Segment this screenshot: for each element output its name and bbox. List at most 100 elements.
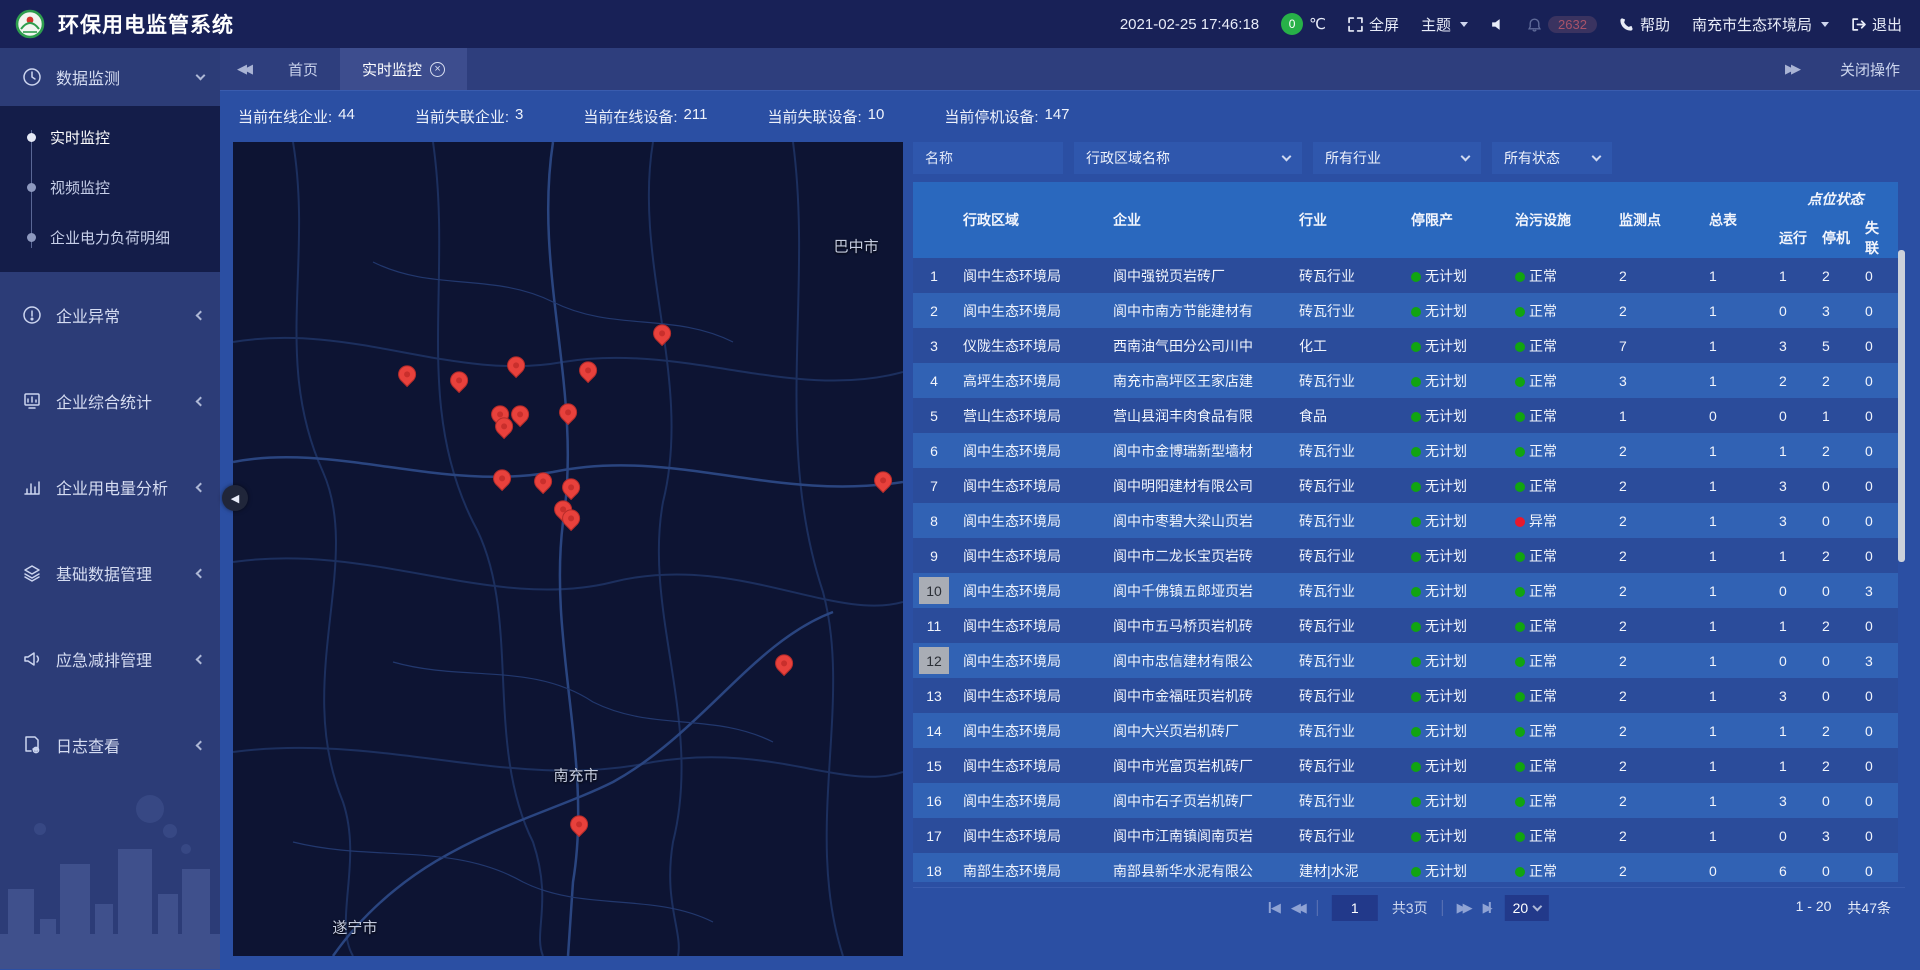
city-label: 遂宁市 [332,916,377,937]
table-row[interactable]: 4 高坪生态环境局 南充市高坪区王家店建 砖瓦行业 无计划 正常 3 1 2 2… [913,363,1898,398]
table-row[interactable]: 2 阆中生态环境局 阆中市南方节能建材有 砖瓦行业 无计划 正常 2 1 0 3… [913,293,1898,328]
tab-realtime-monitor[interactable]: 实时监控 × [340,48,467,90]
last-page-button[interactable]: ▶ [1483,900,1491,916]
sidebar-group-enterprise-stats[interactable]: 企业综合统计 [0,372,220,430]
sidebar-group-enterprise-abnormal[interactable]: 企业异常 [0,286,220,344]
chevron-left-icon [196,568,206,578]
table-scrollbar[interactable] [1898,182,1905,882]
region-filter-select[interactable]: 行政区域名称 [1074,142,1302,174]
row-index: 12 [919,647,949,674]
col-stop: 停机 [1816,218,1859,258]
cell-monitor-count: 2 [1613,468,1703,503]
name-filter-input[interactable] [913,142,1063,174]
table-row[interactable]: 1 阆中生态环境局 阆中强锐页岩砖厂 砖瓦行业 无计划 正常 2 1 1 2 0 [913,258,1898,293]
enterprise-table: 行政区域 企业 行业 停限产 治污设施 监测点 总表 点位状态 运行 停机 失联 [913,182,1898,882]
logout-button[interactable]: 退出 [1851,14,1902,35]
facility-value: 正常 [1529,618,1557,634]
cell-stop-plan: 无计划 [1405,748,1509,783]
cell-stop-plan: 无计划 [1405,853,1509,882]
help-button[interactable]: 帮助 [1619,14,1670,35]
cell-company: 阆中市石子页岩机砖厂 [1107,783,1293,818]
mute-button[interactable] [1490,17,1505,32]
status-dot-green [1411,622,1421,632]
sidebar-group-label: 应急减排管理 [56,647,152,671]
temperature-badge: 0 [1281,13,1303,35]
cell-stop-count: 3 [1816,293,1859,328]
industry-filter-select[interactable]: 所有行业 [1313,142,1481,174]
cell-lost-count: 0 [1859,748,1898,783]
table-row[interactable]: 11 阆中生态环境局 阆中市五马桥页岩机砖 砖瓦行业 无计划 正常 2 1 1 … [913,608,1898,643]
cell-stop-count: 2 [1816,538,1859,573]
caret-down-icon [1821,22,1829,27]
table-row[interactable]: 12 阆中生态环境局 阆中市忠信建材有限公 砖瓦行业 无计划 正常 2 1 0 … [913,643,1898,678]
fullscreen-button[interactable]: 全屏 [1348,14,1399,35]
prev-page-button[interactable]: ◀◀ [1291,900,1303,916]
cell-company: 阆中市忠信建材有限公 [1107,643,1293,678]
sidebar-group-data-monitor[interactable]: 数据监测 [0,48,220,106]
cell-run-count: 3 [1773,503,1816,538]
table-row[interactable]: 16 阆中生态环境局 阆中市石子页岩机砖厂 砖瓦行业 无计划 正常 2 1 3 … [913,783,1898,818]
status-dot-green [1411,657,1421,667]
table-row[interactable]: 10 阆中生态环境局 阆中千佛镇五郎垭页岩 砖瓦行业 无计划 正常 2 1 0 … [913,573,1898,608]
status-dot [1515,622,1525,632]
current-page-input[interactable]: 1 [1332,895,1378,921]
tab-home[interactable]: 首页 [266,48,340,90]
sidebar-item-video-monitor[interactable]: 视频监控 [0,162,220,212]
first-page-button[interactable]: ◀ [1269,900,1277,916]
cell-company: 南部县新华水泥有限公 [1107,853,1293,882]
table-row[interactable]: 18 南部生态环境局 南部县新华水泥有限公 建材|水泥 无计划 正常 2 0 6… [913,853,1898,882]
table-row[interactable]: 13 阆中生态环境局 阆中市金福旺页岩机砖 砖瓦行业 无计划 正常 2 1 3 … [913,678,1898,713]
cell-stop-plan: 无计划 [1405,573,1509,608]
table-row[interactable]: 17 阆中生态环境局 阆中市江南镇阆南页岩 砖瓦行业 无计划 正常 2 1 0 … [913,818,1898,853]
cell-region: 阆中生态环境局 [957,783,1107,818]
map-panel[interactable]: 巴中市 南充市 遂宁市 [233,142,903,956]
cell-industry: 砖瓦行业 [1293,783,1405,818]
table-row[interactable]: 3 仪陇生态环境局 西南油气田分公司川中 化工 无计划 正常 7 1 3 5 0 [913,328,1898,363]
cell-total-meter: 1 [1703,433,1773,468]
table-row[interactable]: 14 阆中生态环境局 阆中大兴页岩机砖厂 砖瓦行业 无计划 正常 2 1 1 2… [913,713,1898,748]
cell-industry: 食品 [1293,398,1405,433]
chevron-down-icon [1533,901,1543,911]
cell-total-meter: 1 [1703,258,1773,293]
sidebar-group-power-analysis[interactable]: 企业用电量分析 [0,458,220,516]
bar-chart-icon [22,477,42,497]
chevron-left-icon [196,396,206,406]
cell-lost-count: 3 [1859,573,1898,608]
user-org-menu[interactable]: 南充市生态环境局 [1692,14,1829,35]
table-row[interactable]: 7 阆中生态环境局 阆中明阳建材有限公司 砖瓦行业 无计划 正常 2 1 3 0… [913,468,1898,503]
table-row[interactable]: 8 阆中生态环境局 阆中市枣碧大梁山页岩 砖瓦行业 无计划 异常 2 1 3 0… [913,503,1898,538]
theme-button[interactable]: 主题 [1421,14,1468,35]
facility-value: 正常 [1529,478,1557,494]
stop-plan-value: 无计划 [1425,793,1467,809]
table-row[interactable]: 6 阆中生态环境局 阆中市金博瑞新型墙材 砖瓦行业 无计划 正常 2 1 1 2… [913,433,1898,468]
tab-bar: ◀◀ 首页 实时监控 × ▶▶ 关闭操作 [220,48,1920,90]
tabs-scroll-left-button[interactable]: ◀◀ [220,48,266,90]
close-operations-button[interactable]: 关闭操作 [1840,59,1900,80]
table-row[interactable]: 9 阆中生态环境局 阆中市二龙长宝页岩砖 砖瓦行业 无计划 正常 2 1 1 2… [913,538,1898,573]
row-index: 3 [919,332,949,359]
notifications-button[interactable]: 2632 [1527,16,1597,33]
facility-value: 正常 [1529,828,1557,844]
status-filter-select[interactable]: 所有状态 [1492,142,1612,174]
sidebar-item-realtime-monitor[interactable]: 实时监控 [0,112,220,162]
sidebar-item-power-load-detail[interactable]: 企业电力负荷明细 [0,212,220,262]
sidebar-group-label: 企业用电量分析 [56,475,168,499]
page-size-select[interactable]: 20 [1505,895,1550,921]
tab-close-icon[interactable]: × [430,62,445,77]
stop-plan-value: 无计划 [1425,408,1467,424]
table-row[interactable]: 15 阆中生态环境局 阆中市光富页岩机砖厂 砖瓦行业 无计划 正常 2 1 1 … [913,748,1898,783]
notification-count-badge: 2632 [1548,16,1597,33]
scrollbar-thumb[interactable] [1898,250,1905,562]
cell-stop-count: 2 [1816,258,1859,293]
tabs-scroll-right-button[interactable]: ▶▶ [1768,61,1814,77]
sidebar-collapse-button[interactable]: ◀ [222,485,248,511]
main-content: 当前在线企业:44 当前失联企业:3 当前在线设备:211 当前失联设备:10 … [220,90,1920,969]
sidebar-group-log-view[interactable]: 日志查看 [0,716,220,774]
sidebar-group-emergency-reduction[interactable]: 应急减排管理 [0,630,220,688]
cell-stop-plan: 无计划 [1405,363,1509,398]
sidebar-group-base-data[interactable]: 基础数据管理 [0,544,220,602]
next-page-button[interactable]: ▶▶ [1457,900,1469,916]
row-index: 15 [919,752,949,779]
table-row[interactable]: 5 营山生态环境局 营山县润丰肉食品有限 食品 无计划 正常 1 0 0 1 0 [913,398,1898,433]
status-dot [1515,377,1525,387]
